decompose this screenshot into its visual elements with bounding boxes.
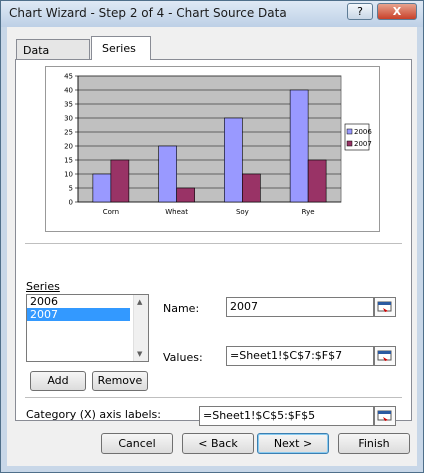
chart-wizard-dialog: Chart Wizard - Step 2 of 4 - Chart Sourc… bbox=[0, 0, 424, 473]
series-list-scrollbar[interactable]: ▲ ▼ bbox=[133, 295, 148, 361]
x-tick-label: Soy bbox=[236, 208, 249, 216]
bar-2006-rye bbox=[289, 89, 309, 203]
x-tick-label: Corn bbox=[103, 208, 119, 216]
legend-swatch-2006 bbox=[346, 128, 353, 135]
legend-label-2007: 2007 bbox=[354, 140, 372, 148]
window-title: Chart Wizard - Step 2 of 4 - Chart Sourc… bbox=[9, 6, 287, 20]
remove-series-button[interactable]: Remove bbox=[92, 371, 148, 391]
y-tick-label: 15 bbox=[64, 157, 73, 165]
bar-2006-soy bbox=[224, 117, 243, 203]
bar-2006-corn bbox=[92, 173, 112, 203]
y-tick-label: 20 bbox=[64, 143, 73, 151]
chart-svg: 0 5 10 15 20 25 30 35 40 45 Corn Wheat Soy Rye 2006 200… bbox=[64, 73, 372, 217]
scroll-down-arrow-icon[interactable]: ▼ bbox=[137, 350, 142, 358]
y-tick-label: 25 bbox=[64, 129, 73, 137]
separator bbox=[25, 397, 402, 398]
title-bar: Chart Wizard - Step 2 of 4 - Chart Sourc… bbox=[1, 1, 423, 27]
y-tick-label: 40 bbox=[64, 87, 73, 95]
y-tick-label: 5 bbox=[69, 185, 73, 193]
series-name-field[interactable]: 2007 bbox=[226, 297, 374, 317]
bar-2007-wheat bbox=[176, 187, 195, 203]
series-label: Series bbox=[26, 280, 60, 293]
series-listbox[interactable]: 2006 2007 ▲ ▼ bbox=[26, 294, 149, 362]
tab-data-range[interactable]: Data Range bbox=[16, 39, 90, 70]
range-select-icon bbox=[377, 410, 392, 421]
name-collapse-dialog-button[interactable] bbox=[374, 297, 396, 317]
series-item-2006[interactable]: 2006 bbox=[27, 295, 130, 308]
back-button[interactable]: < Back bbox=[182, 433, 254, 454]
y-tick-label: 30 bbox=[64, 115, 73, 123]
category-labels-field[interactable]: =Sheet1!$C$5:$F$5 bbox=[199, 406, 374, 426]
name-label: Name: bbox=[163, 302, 200, 315]
bar-2006-wheat bbox=[158, 145, 177, 203]
scroll-up-arrow-icon[interactable]: ▲ bbox=[137, 298, 142, 306]
series-item-2007[interactable]: 2007 bbox=[27, 308, 130, 321]
chart-preview: 0 5 10 15 20 25 30 35 40 45 Corn Wheat Soy Rye 2006 200… bbox=[45, 66, 380, 232]
range-select-icon bbox=[377, 301, 392, 312]
tab-series[interactable]: Series bbox=[91, 36, 151, 60]
next-button[interactable]: Next > bbox=[257, 433, 329, 454]
finish-button[interactable]: Finish bbox=[338, 433, 410, 454]
legend-swatch-2007 bbox=[346, 140, 353, 147]
y-tick-label: 0 bbox=[69, 199, 73, 207]
series-tab-panel: 0 5 10 15 20 25 30 35 40 45 Corn Wheat Soy Rye 2006 200… bbox=[15, 59, 412, 426]
category-axis-label: Category (X) axis labels: bbox=[26, 408, 161, 421]
cancel-button[interactable]: Cancel bbox=[101, 433, 173, 454]
dialog-body: Data Range Series 0 5 10 15 20 25 30 35 40 45 Corn… bbox=[7, 27, 417, 466]
y-tick-label: 35 bbox=[64, 101, 73, 109]
bar-2007-corn bbox=[110, 159, 130, 203]
close-button[interactable]: X bbox=[377, 3, 417, 20]
values-label: Values: bbox=[163, 351, 203, 364]
y-tick-label: 45 bbox=[64, 73, 73, 81]
series-values-field[interactable]: =Sheet1!$C$7:$F$7 bbox=[226, 346, 374, 366]
range-select-icon bbox=[377, 350, 392, 361]
y-tick-label: 10 bbox=[64, 171, 73, 179]
bar-2007-soy bbox=[242, 173, 261, 203]
category-collapse-dialog-button[interactable] bbox=[374, 406, 396, 426]
help-button[interactable]: ? bbox=[347, 3, 373, 20]
x-tick-label: Rye bbox=[302, 208, 315, 216]
legend-label-2006: 2006 bbox=[354, 128, 372, 136]
bar-2007-rye bbox=[307, 159, 327, 203]
x-tick-label: Wheat bbox=[165, 208, 188, 216]
values-collapse-dialog-button[interactable] bbox=[374, 346, 396, 366]
add-series-button[interactable]: Add bbox=[30, 371, 86, 391]
separator bbox=[25, 243, 402, 244]
